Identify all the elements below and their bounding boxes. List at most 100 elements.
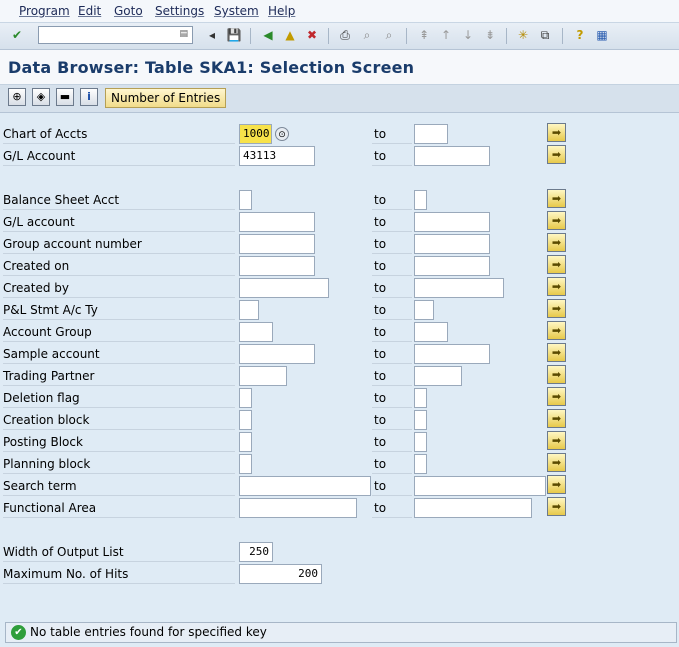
from-field[interactable] [239, 366, 287, 386]
menu-help[interactable]: Help [268, 4, 295, 18]
print-icon[interactable]: ⎙ [337, 27, 353, 43]
multiple-selection-icon[interactable]: ➡ [547, 211, 566, 230]
multiple-selection-icon[interactable]: ➡ [547, 475, 566, 494]
exit-icon[interactable]: ▲ [282, 27, 298, 43]
page-title: Data Browser: Table SKA1: Selection Scre… [8, 58, 415, 77]
max-hits-field[interactable]: 200 [239, 564, 322, 584]
multiple-selection-icon[interactable]: ➡ [547, 409, 566, 428]
value-help-icon[interactable]: ⊙ [275, 127, 289, 141]
find-icon[interactable]: ⌕ [359, 27, 375, 43]
number-of-entries-button[interactable]: Number of Entries [105, 88, 227, 108]
layout-icon[interactable]: ▦ [594, 27, 610, 43]
multiple-selection-icon[interactable]: ➡ [547, 453, 566, 472]
from-field[interactable] [239, 212, 315, 232]
to-field[interactable] [414, 278, 504, 298]
to-field[interactable] [414, 476, 546, 496]
shortcut-icon[interactable]: ⧉ [537, 27, 553, 43]
to-field[interactable] [414, 432, 427, 452]
multiple-selection-icon[interactable]: ➡ [547, 365, 566, 384]
multiple-selection-icon[interactable]: ➡ [547, 123, 566, 142]
to-label: to [372, 146, 412, 166]
from-field[interactable] [239, 388, 252, 408]
multiple-selection-icon[interactable]: ➡ [547, 387, 566, 406]
to-field[interactable] [414, 300, 434, 320]
to-field[interactable] [414, 190, 427, 210]
help-icon[interactable]: ? [572, 27, 588, 43]
to-label: to [372, 388, 412, 408]
info-icon[interactable]: i [80, 88, 98, 106]
width-of-output-field[interactable]: 250 [239, 542, 273, 562]
menu-program[interactable]: Program [19, 4, 70, 18]
to-field[interactable] [414, 124, 448, 144]
to-field[interactable] [414, 234, 490, 254]
execute-icon[interactable]: ⊕ [8, 88, 26, 106]
enter-icon[interactable]: ✔ [9, 27, 25, 43]
to-field[interactable] [414, 388, 427, 408]
to-field[interactable] [414, 410, 427, 430]
multiple-selection-icon[interactable]: ➡ [547, 277, 566, 296]
first-page-icon[interactable]: ⇞ [416, 27, 432, 43]
new-session-icon[interactable]: ✳ [515, 27, 531, 43]
prev-page-icon[interactable]: ↑ [438, 27, 454, 43]
to-field[interactable] [414, 498, 532, 518]
multiple-selection-icon[interactable]: ➡ [547, 145, 566, 164]
selection-options-icon[interactable]: ◈ [32, 88, 50, 106]
from-field[interactable] [239, 476, 371, 496]
multiple-selection-icon[interactable]: ➡ [547, 431, 566, 450]
from-field[interactable] [239, 344, 315, 364]
row-label: Chart of Accts [3, 124, 235, 144]
standard-toolbar: ✔ ▤ ◂ 💾 ◀ ▲ ✖ ⎙ ⌕ ⌕ ⇞ ↑ ↓ ⇟ ✳ ⧉ ? ▦ [0, 23, 679, 50]
to-field[interactable] [414, 322, 448, 342]
from-field[interactable] [239, 234, 315, 254]
to-field[interactable] [414, 212, 490, 232]
to-field[interactable] [414, 256, 490, 276]
row-label: P&L Stmt A/c Ty [3, 300, 235, 320]
menu-system[interactable]: System [214, 4, 259, 18]
success-check-icon: ✔ [11, 625, 26, 640]
to-field[interactable] [414, 146, 490, 166]
back-icon[interactable]: ◀ [260, 27, 276, 43]
last-page-icon[interactable]: ⇟ [482, 27, 498, 43]
from-field[interactable] [239, 498, 357, 518]
row-label: G/L Account [3, 146, 235, 166]
from-field[interactable] [239, 190, 252, 210]
find-next-icon[interactable]: ⌕ [381, 27, 397, 43]
to-field[interactable] [414, 454, 427, 474]
multiple-selection-icon[interactable]: ➡ [547, 321, 566, 340]
from-field[interactable] [239, 256, 315, 276]
back-arrow-small-icon[interactable]: ◂ [204, 27, 220, 43]
menu-edit[interactable]: Edit [78, 4, 101, 18]
from-field[interactable] [239, 454, 252, 474]
to-label: to [372, 366, 412, 386]
toolbar-separator [250, 28, 251, 44]
command-dropdown-icon[interactable]: ▤ [179, 29, 188, 39]
from-field[interactable]: 43113 [239, 146, 315, 166]
row-label: Created on [3, 256, 235, 276]
command-field[interactable]: ▤ [38, 26, 193, 44]
menu-bar: Program Edit Goto Settings System Help [0, 0, 679, 23]
next-page-icon[interactable]: ↓ [460, 27, 476, 43]
from-field[interactable] [239, 300, 259, 320]
multiple-selection-icon[interactable]: ➡ [547, 233, 566, 252]
multiple-selection-icon[interactable]: ➡ [547, 299, 566, 318]
menu-goto[interactable]: Goto [114, 4, 143, 18]
from-field[interactable] [239, 278, 329, 298]
row-label: Functional Area [3, 498, 235, 518]
to-label: to [372, 410, 412, 430]
multiple-selection-icon[interactable]: ➡ [547, 497, 566, 516]
multiple-selection-icon[interactable]: ➡ [547, 255, 566, 274]
row-label: Account Group [3, 322, 235, 342]
to-field[interactable] [414, 366, 462, 386]
cancel-icon[interactable]: ✖ [304, 27, 320, 43]
to-label: to [372, 476, 412, 496]
delete-selection-icon[interactable]: ▬ [56, 88, 74, 106]
from-field[interactable] [239, 432, 252, 452]
multiple-selection-icon[interactable]: ➡ [547, 343, 566, 362]
from-field[interactable] [239, 322, 273, 342]
from-field[interactable]: 1000 [239, 124, 272, 144]
menu-settings[interactable]: Settings [155, 4, 204, 18]
from-field[interactable] [239, 410, 252, 430]
to-field[interactable] [414, 344, 490, 364]
multiple-selection-icon[interactable]: ➡ [547, 189, 566, 208]
save-icon[interactable]: 💾 [226, 27, 242, 43]
